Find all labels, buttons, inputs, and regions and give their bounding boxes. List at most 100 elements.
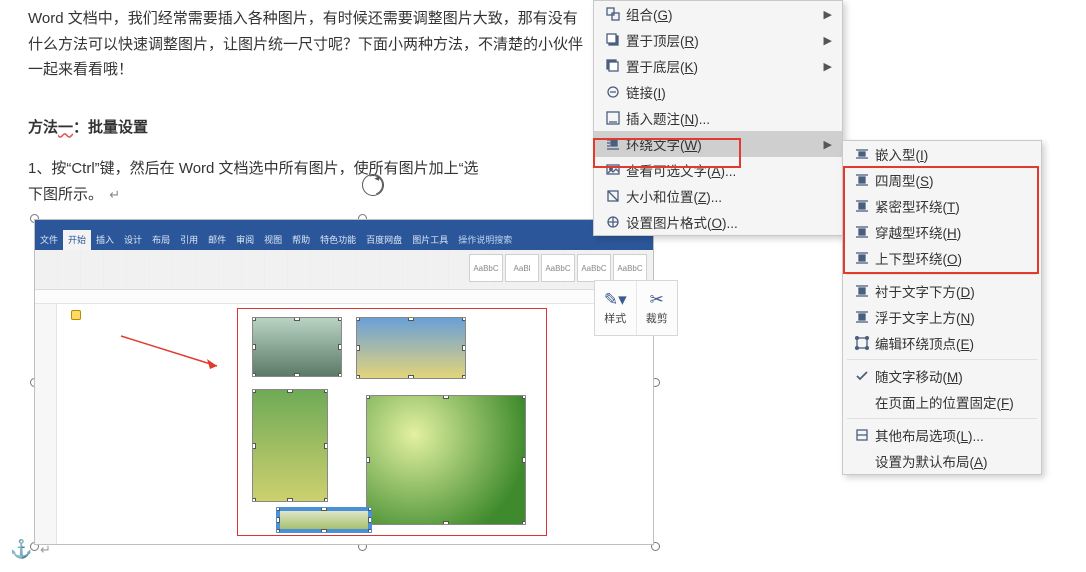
menu-item-label: 链接(I) <box>626 82 820 102</box>
paragraph-mark: ↵ <box>109 187 120 202</box>
size-icon <box>600 188 626 204</box>
infront-icon <box>849 309 875 325</box>
style-swatch[interactable]: AaBbC <box>577 254 611 282</box>
menu-item-查看可选文字[interactable]: 查看可选文字(A)... <box>594 157 842 183</box>
menu-item-label: 编辑环绕顶点(E) <box>875 333 1031 353</box>
menu-item-紧密型环绕[interactable]: 紧密型环绕(T) <box>843 193 1041 219</box>
menu-item-置于顶层[interactable]: 置于顶层(R)▶ <box>594 27 842 53</box>
menu-item-置于底层[interactable]: 置于底层(K)▶ <box>594 53 842 79</box>
menu-item-大小和位置[interactable]: 大小和位置(Z)... <box>594 183 842 209</box>
link-icon <box>600 84 626 100</box>
picture-clover[interactable] <box>366 395 526 525</box>
menu-item-编辑环绕顶点[interactable]: 编辑环绕顶点(E) <box>843 330 1041 356</box>
picture-duck[interactable] <box>252 317 342 377</box>
submenu-arrow-icon: ▶ <box>820 8 832 21</box>
style-swatch[interactable]: AaBbC <box>613 254 647 282</box>
menu-item-浮于文字上方[interactable]: 浮于文字上方(N) <box>843 304 1041 330</box>
menu-item-label: 置于底层(K) <box>626 56 820 76</box>
document-canvas <box>35 304 653 544</box>
ribbon-tab-design[interactable]: 设计 <box>119 230 147 250</box>
ribbon-tab-baidu[interactable]: 百度网盘 <box>361 230 407 250</box>
menu-item-label: 设置为默认布局(A) <box>875 451 1031 471</box>
submenu-arrow-icon: ▶ <box>820 34 832 47</box>
style-swatch[interactable]: AaBbC <box>469 254 503 282</box>
ribbon-tab-extra[interactable]: 特色功能 <box>315 230 361 250</box>
mini-style-button[interactable]: ✎▾ 样式 <box>595 281 637 335</box>
back-icon <box>600 58 626 74</box>
menu-item-label: 设置图片格式(O)... <box>626 212 820 232</box>
menu-item-穿越型环绕[interactable]: 穿越型环绕(H) <box>843 219 1041 245</box>
menu-item-label: 紧密型环绕(T) <box>875 196 1031 216</box>
menu-item-环绕文字[interactable]: 环绕文字(W)▶ <box>594 131 842 157</box>
menu-item-label: 组合(G) <box>626 4 820 24</box>
submenu-arrow-icon: ▶ <box>820 60 832 73</box>
image-selection-group[interactable] <box>237 308 547 536</box>
para3b: 下图所示。 <box>28 186 103 203</box>
style-swatch[interactable]: AaBbC <box>541 254 575 282</box>
menu-item-设置为默认布局[interactable]: 设置为默认布局(A) <box>843 448 1041 474</box>
article-heading: 方法一：批量设置 <box>28 115 588 141</box>
paint-icon: ✎▾ <box>604 291 627 308</box>
menu-item-其他布局选项[interactable]: 其他布局选项(L)... <box>843 422 1041 448</box>
caption-icon <box>600 110 626 126</box>
ribbon-tab-ref[interactable]: 引用 <box>175 230 203 250</box>
article-body: Word 文档中，我们经常需要插入各种图片，有时候还需要调整图片大致，那有没有什… <box>28 0 588 207</box>
menu-item-label: 环绕文字(W) <box>626 134 820 154</box>
tight-icon <box>849 198 875 214</box>
mini-style-label: 样式 <box>604 310 626 326</box>
menu-item-在页面上的位置固定[interactable]: 在页面上的位置固定(F) <box>843 389 1041 415</box>
ribbon-tab-review[interactable]: 审阅 <box>231 230 259 250</box>
topbot-icon <box>849 250 875 266</box>
ribbon-tab-help[interactable]: 帮助 <box>287 230 315 250</box>
menu-item-label: 四周型(S) <box>875 170 1031 190</box>
ribbon-body: AaBbC AaBl AaBbC AaBbC AaBbC <box>35 250 653 290</box>
menu-item-插入题注[interactable]: 插入题注(N)... <box>594 105 842 131</box>
menu-item-设置图片格式[interactable]: 设置图片格式(O)... <box>594 209 842 235</box>
document-page <box>57 304 653 544</box>
menu-item-label: 查看可选文字(A)... <box>626 160 820 180</box>
menu-item-label: 嵌入型(I) <box>875 144 1031 164</box>
mini-crop-button[interactable]: ✂ 裁剪 <box>637 281 678 335</box>
wrap-icon <box>600 136 626 152</box>
heading-suffix: ：批量设置 <box>73 119 148 136</box>
picture-selected-small[interactable] <box>276 507 372 533</box>
mini-crop-label: 裁剪 <box>646 310 668 326</box>
picture-mountain[interactable] <box>356 317 466 379</box>
picture-flowers[interactable] <box>252 389 328 502</box>
menu-item-随文字移动[interactable]: 随文字移动(M) <box>843 363 1041 389</box>
menu-item-四周型[interactable]: 四周型(S) <box>843 167 1041 193</box>
menu-item-label: 在页面上的位置固定(F) <box>875 392 1031 412</box>
menu-item-组合[interactable]: 组合(G)▶ <box>594 1 842 27</box>
ribbon-tab-view[interactable]: 视图 <box>259 230 287 250</box>
cursor-marker <box>71 310 81 320</box>
ribbon-tellme[interactable]: 操作说明搜索 <box>453 230 517 250</box>
mini-toolbar: ✎▾ 样式 ✂ 裁剪 <box>594 280 678 336</box>
check-icon <box>849 368 875 384</box>
ribbon-tab-home[interactable]: 开始 <box>63 230 91 250</box>
fmt-icon <box>600 214 626 230</box>
ribbon-tab-insert[interactable]: 插入 <box>91 230 119 250</box>
group-icon <box>600 6 626 22</box>
menu-item-衬于文字下方[interactable]: 衬于文字下方(D) <box>843 278 1041 304</box>
ribbon-tab-pictools[interactable]: 图片工具 <box>407 230 453 250</box>
menu-item-上下型环绕[interactable]: 上下型环绕(O) <box>843 245 1041 271</box>
front-icon <box>600 32 626 48</box>
ribbon-tab-layout[interactable]: 布局 <box>147 230 175 250</box>
ribbon-tab-file[interactable]: 文件 <box>35 230 63 250</box>
article-para-1: Word 文档中，我们经常需要插入各种图片，有时候还需要调整图片大致，那有没有什… <box>28 6 588 83</box>
more-icon <box>849 427 875 443</box>
menu-item-label: 上下型环绕(O) <box>875 248 1031 268</box>
menu-item-嵌入型[interactable]: 嵌入型(I) <box>843 141 1041 167</box>
alt-icon <box>600 162 626 178</box>
menu-item-链接[interactable]: 链接(I) <box>594 79 842 105</box>
style-swatch[interactable]: AaBl <box>505 254 539 282</box>
styles-gallery[interactable]: AaBbC AaBl AaBbC AaBbC AaBbC <box>469 254 647 282</box>
menu-item-label: 随文字移动(M) <box>875 366 1031 386</box>
ruler <box>35 290 653 304</box>
square-icon <box>849 172 875 188</box>
anchor-icon: ⚓ <box>10 539 32 560</box>
ribbon-tab-mail[interactable]: 邮件 <box>203 230 231 250</box>
context-menu-wrap: 嵌入型(I) 四周型(S) 紧密型环绕(T) 穿越型环绕(H) 上下型环绕(O) 衬于文字… <box>842 140 1042 475</box>
rotate-icon <box>362 174 384 196</box>
context-menu-primary: 组合(G)▶置于顶层(R)▶置于底层(K)▶链接(I)插入题注(N)...环绕文… <box>593 0 843 236</box>
